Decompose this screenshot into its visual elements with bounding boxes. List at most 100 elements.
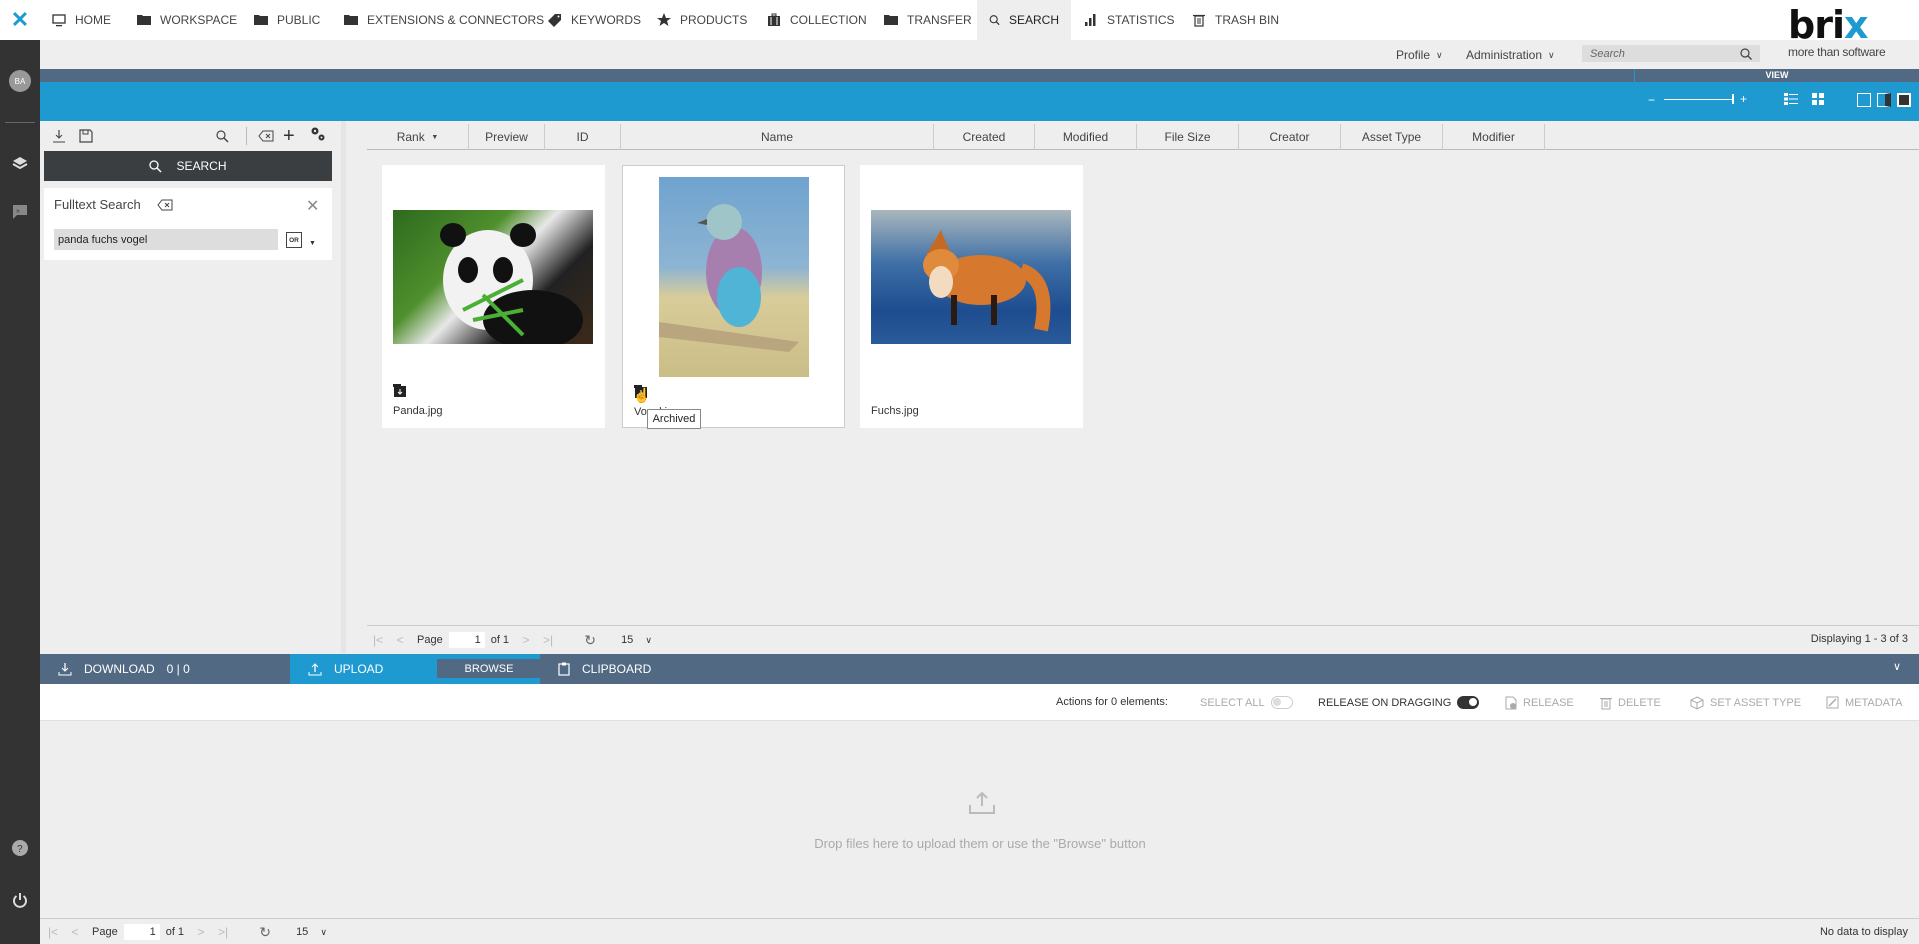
nav-transfer[interactable]: TRANSFER <box>872 0 984 40</box>
layout-single-icon[interactable] <box>1857 93 1871 107</box>
remove-criteria-close-icon[interactable]: ✕ <box>306 196 319 216</box>
last-page-icon[interactable]: >| <box>212 925 234 939</box>
asset-tile-vogel[interactable]: Vogel.jpg <box>622 165 845 428</box>
column-modifier[interactable]: Modifier <box>1443 124 1545 150</box>
settings-icon[interactable] <box>310 126 326 145</box>
power-icon[interactable] <box>8 888 32 912</box>
page-label: Page <box>92 926 118 938</box>
zoom-out-button[interactable]: − <box>1648 93 1655 107</box>
asset-filename[interactable]: Panda.jpg <box>393 405 443 417</box>
global-search-input[interactable]: Search <box>1582 45 1760 62</box>
help-icon[interactable]: ? <box>8 836 32 860</box>
page-size-select[interactable]: 15 <box>621 634 633 646</box>
chat-expand-icon[interactable]: » <box>8 200 32 224</box>
add-criteria-button[interactable]: + <box>283 125 295 148</box>
release-button[interactable]: RELEASE <box>1505 696 1574 710</box>
clipboard-tab[interactable]: CLIPBOARD <box>558 654 651 684</box>
chevron-down-icon[interactable]: ∨ <box>645 635 652 646</box>
refresh-icon[interactable]: ↻ <box>579 632 601 649</box>
download-query-icon[interactable] <box>52 129 66 146</box>
column-preview[interactable]: Preview <box>469 124 545 150</box>
fulltext-query-input[interactable] <box>54 229 278 250</box>
download-tab[interactable]: DOWNLOAD 0 | 0 <box>58 654 190 684</box>
page-number-input[interactable]: 1 <box>448 632 485 648</box>
asset-tile-panda[interactable]: Panda.jpg <box>382 165 605 428</box>
search-icon[interactable] <box>1740 47 1752 60</box>
clear-all-icon[interactable] <box>258 130 274 145</box>
select-all-toggle[interactable]: SELECT ALL <box>1200 696 1293 709</box>
list-view-icon[interactable] <box>1784 93 1798 108</box>
upload-drop-zone[interactable] <box>40 721 1919 918</box>
nav-statistics[interactable]: STATISTICS <box>1072 0 1187 40</box>
column-asset-type[interactable]: Asset Type <box>1341 124 1443 150</box>
layout-full-icon[interactable] <box>1897 93 1911 107</box>
administration-dropdown[interactable]: Administration ∨ <box>1466 48 1555 62</box>
nav-trash-bin[interactable]: TRASH BIN <box>1180 0 1291 40</box>
asset-thumbnail-vogel[interactable] <box>659 177 809 377</box>
search-button[interactable]: SEARCH <box>44 151 332 181</box>
nav-extensions-connectors[interactable]: EXTENSIONS & CONNECTORS <box>332 0 556 40</box>
next-page-icon[interactable]: > <box>190 925 212 939</box>
grid-view-icon[interactable] <box>1812 93 1824 108</box>
asset-thumbnail-panda[interactable] <box>393 210 593 350</box>
panel-splitter[interactable] <box>341 121 346 653</box>
layers-icon[interactable] <box>8 151 32 175</box>
nav-search[interactable]: SEARCH <box>977 0 1071 40</box>
last-page-icon[interactable]: >| <box>537 633 559 647</box>
release-on-dragging-toggle[interactable]: RELEASE ON DRAGGING <box>1318 696 1480 709</box>
column-name[interactable]: Name <box>621 124 934 150</box>
nav-workspace[interactable]: WORKSPACE <box>125 0 249 40</box>
browse-button[interactable]: BROWSE <box>437 659 541 678</box>
zoom-in-button[interactable]: + <box>1740 92 1747 106</box>
operator-toggle[interactable]: OR <box>286 232 302 248</box>
column-modified[interactable]: Modified <box>1035 124 1137 150</box>
prev-page-icon[interactable]: < <box>64 925 86 939</box>
column-creator[interactable]: Creator <box>1239 124 1341 150</box>
sort-desc-icon: ▼ <box>431 133 439 141</box>
column-rank[interactable]: Rank ▼ <box>367 124 469 150</box>
collapse-panel-chevron-icon[interactable]: ∨ <box>1893 660 1901 673</box>
nav-public[interactable]: PUBLIC <box>242 0 332 40</box>
close-app-icon[interactable]: ✕ <box>0 0 40 40</box>
nav-collection[interactable]: COLLECTION <box>755 0 879 40</box>
next-page-icon[interactable]: > <box>515 633 537 647</box>
archived-icon[interactable] <box>393 384 406 397</box>
thumbnail-size-slider[interactable] <box>1664 99 1734 100</box>
reset-search-icon[interactable] <box>215 129 229 146</box>
nav-trash-label: TRASH BIN <box>1215 13 1280 27</box>
save-query-icon[interactable] <box>79 129 93 146</box>
clear-field-icon[interactable] <box>157 199 173 214</box>
nav-products[interactable]: PRODUCTS <box>645 0 759 40</box>
column-id[interactable]: ID <box>545 124 621 150</box>
column-file-size[interactable]: File Size <box>1137 124 1239 150</box>
download-label: DOWNLOAD <box>84 662 155 676</box>
delete-button[interactable]: DELETE <box>1600 696 1661 710</box>
release-on-dragging-switch[interactable] <box>1457 696 1480 709</box>
nav-home[interactable]: HOME <box>40 0 123 40</box>
metadata-button[interactable]: METADATA <box>1826 696 1902 709</box>
global-search-placeholder: Search <box>1590 47 1625 60</box>
slider-handle[interactable] <box>1732 94 1734 104</box>
set-asset-type-button[interactable]: SET ASSET TYPE <box>1690 696 1801 710</box>
column-created[interactable]: Created <box>934 124 1035 150</box>
asset-filename[interactable]: Fuchs.jpg <box>871 405 919 417</box>
nav-keywords[interactable]: KEYWORDS <box>536 0 653 40</box>
page-size-select[interactable]: 15 <box>296 926 308 938</box>
prev-page-icon[interactable]: < <box>389 633 411 647</box>
first-page-icon[interactable]: |< <box>367 633 389 647</box>
upload-tab-label[interactable]: UPLOAD <box>308 654 383 684</box>
page-number-input[interactable]: 1 <box>123 924 160 940</box>
tag-icon <box>548 14 561 27</box>
star-icon <box>657 13 671 26</box>
asset-thumbnail-fuchs[interactable] <box>871 210 1071 344</box>
layout-split-icon[interactable] <box>1877 93 1891 107</box>
chevron-down-icon[interactable]: ∨ <box>320 927 327 938</box>
first-page-icon[interactable]: |< <box>42 925 64 939</box>
asset-tile-fuchs[interactable]: Fuchs.jpg <box>860 165 1083 428</box>
refresh-icon[interactable]: ↻ <box>254 924 276 941</box>
profile-dropdown[interactable]: Profile ∨ <box>1396 48 1443 62</box>
operator-dropdown-caret[interactable]: ▼ <box>309 240 316 247</box>
trash-icon <box>1193 14 1205 27</box>
user-avatar[interactable]: BA <box>9 70 31 92</box>
select-all-switch[interactable] <box>1270 696 1293 709</box>
